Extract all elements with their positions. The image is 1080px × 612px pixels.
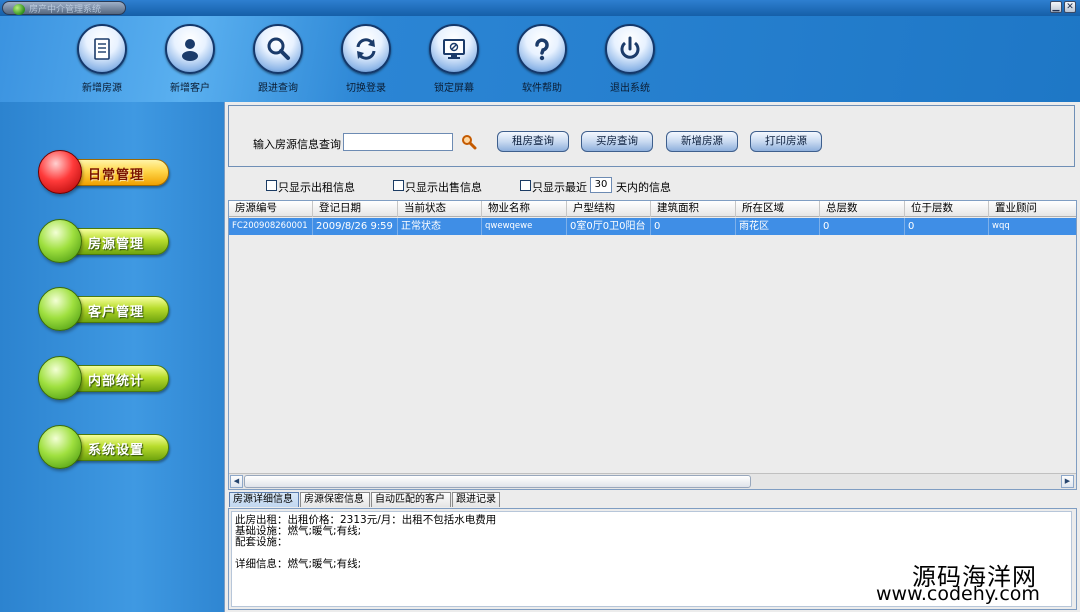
toolbar-label: 新增客户 bbox=[170, 83, 210, 94]
column-header[interactable]: 房源编号 bbox=[229, 201, 313, 217]
nav-label: 客户管理 bbox=[88, 305, 145, 320]
magnifier-icon[interactable] bbox=[461, 134, 477, 150]
horizontal-scrollbar[interactable]: ◀ ▶ bbox=[229, 473, 1076, 489]
monitor-lock-icon bbox=[429, 24, 479, 74]
toolbar-help-button[interactable]: 软件帮助 bbox=[502, 24, 582, 96]
tab-listing-details[interactable]: 房源详细信息 bbox=[229, 492, 299, 507]
left-navigation: 日常管理 房源管理 客户管理 内部统计 系统设置 bbox=[0, 102, 224, 612]
sale-only-label: 只显示出售信息 bbox=[405, 181, 482, 194]
app-logo-icon bbox=[13, 4, 25, 15]
column-header[interactable]: 当前状态 bbox=[398, 201, 482, 217]
column-header[interactable]: 置业顾问 bbox=[989, 201, 1076, 217]
nav-daily-management[interactable]: 日常管理 bbox=[38, 150, 170, 196]
column-header[interactable]: 物业名称 bbox=[482, 201, 567, 217]
rent-only-checkbox[interactable] bbox=[266, 180, 277, 191]
table-cell: 2009/8/26 9:59 bbox=[313, 218, 398, 235]
toolbar-label: 软件帮助 bbox=[522, 83, 562, 94]
toolbar-label: 退出系统 bbox=[610, 83, 650, 94]
watermark-url: www.codehy.com bbox=[876, 583, 1040, 605]
nav-label: 内部统计 bbox=[88, 374, 145, 389]
nav-customer-management[interactable]: 客户管理 bbox=[38, 287, 170, 333]
nav-ball-icon bbox=[38, 287, 82, 331]
toolbar-lock-screen-button[interactable]: 锁定屏幕 bbox=[414, 24, 494, 96]
rent-only-label: 只显示出租信息 bbox=[278, 181, 355, 194]
listing-table: 房源编号 登记日期 当前状态 物业名称 户型结构 建筑面积 所在区域 总层数 位… bbox=[228, 200, 1077, 490]
toolbar-label: 跟进查询 bbox=[258, 83, 298, 94]
toolbar-label: 切换登录 bbox=[346, 83, 386, 94]
table-cell: 0 bbox=[905, 218, 989, 235]
toolbar-label: 锁定屏幕 bbox=[434, 83, 474, 94]
scroll-left-arrow-icon[interactable]: ◀ bbox=[230, 475, 243, 488]
document-icon bbox=[77, 24, 127, 74]
table-row[interactable]: FC200908260001 2009/8/26 9:59 正常状态 qwewq… bbox=[229, 218, 1076, 235]
buy-search-button[interactable]: 买房查询 bbox=[581, 131, 653, 152]
refresh-icon bbox=[341, 24, 391, 74]
recent-only-label: 只显示最近 bbox=[532, 181, 587, 194]
days-suffix-label: 天内的信息 bbox=[616, 181, 671, 194]
nav-ball-icon bbox=[38, 150, 82, 194]
table-cell: 正常状态 bbox=[398, 218, 482, 235]
search-label: 输入房源信息查询 bbox=[253, 138, 341, 151]
title-bar: 房产中介管理系统 ▁ ✕ bbox=[0, 0, 1080, 16]
person-icon bbox=[165, 24, 215, 74]
nav-label: 系统设置 bbox=[88, 443, 145, 458]
toolbar-add-listing-button[interactable]: 新增房源 bbox=[62, 24, 142, 96]
table-header: 房源编号 登记日期 当前状态 物业名称 户型结构 建筑面积 所在区域 总层数 位… bbox=[229, 201, 1076, 217]
days-input[interactable]: 30 bbox=[590, 177, 612, 193]
column-header[interactable]: 建筑面积 bbox=[651, 201, 736, 217]
main-content: 输入房源信息查询 租房查询 买房查询 新增房源 打印房源 只显示出租信息 只显示… bbox=[224, 102, 1080, 612]
column-header[interactable]: 位于层数 bbox=[905, 201, 989, 217]
nav-label: 日常管理 bbox=[88, 168, 145, 183]
toolbar-switch-login-button[interactable]: 切换登录 bbox=[326, 24, 406, 96]
help-icon bbox=[517, 24, 567, 74]
table-cell: wqq bbox=[992, 221, 1010, 231]
nav-listing-management[interactable]: 房源管理 bbox=[38, 219, 170, 265]
search-input[interactable] bbox=[343, 133, 453, 151]
filter-bar: 只显示出租信息 只显示出售信息 只显示最近 30 天内的信息 bbox=[225, 176, 1080, 196]
column-header[interactable]: 所在区域 bbox=[736, 201, 820, 217]
table-cell: 0 bbox=[820, 218, 905, 235]
toolbar-followup-search-button[interactable]: 跟进查询 bbox=[238, 24, 318, 96]
search-icon bbox=[253, 24, 303, 74]
nav-system-settings[interactable]: 系统设置 bbox=[38, 425, 170, 471]
add-listing-button[interactable]: 新增房源 bbox=[666, 131, 738, 152]
main-toolbar: 新增房源 新增客户 跟进查询 切换登录 锁定屏幕 软件帮助 退出系统 bbox=[0, 16, 1080, 102]
sale-only-checkbox[interactable] bbox=[393, 180, 404, 191]
detail-line: 配套设施： bbox=[235, 536, 288, 548]
column-header[interactable]: 户型结构 bbox=[567, 201, 651, 217]
recent-only-checkbox[interactable] bbox=[520, 180, 531, 191]
title-pill: 房产中介管理系统 bbox=[2, 1, 126, 15]
nav-ball-icon bbox=[38, 425, 82, 469]
detail-line: 基础设施：燃气;暖气;有线; bbox=[235, 525, 362, 537]
table-cell: 雨花区 bbox=[736, 218, 820, 235]
table-cell: qwewqewe bbox=[482, 218, 567, 235]
nav-ball-icon bbox=[38, 219, 82, 263]
rent-search-button[interactable]: 租房查询 bbox=[497, 131, 569, 152]
toolbar-add-customer-button[interactable]: 新增客户 bbox=[150, 24, 230, 96]
tab-matched-customers[interactable]: 自动匹配的客户 bbox=[371, 492, 451, 507]
table-cell: FC200908260001 bbox=[229, 218, 313, 235]
column-header[interactable]: 总层数 bbox=[820, 201, 905, 217]
nav-internal-statistics[interactable]: 内部统计 bbox=[38, 356, 170, 402]
window-title: 房产中介管理系统 bbox=[29, 5, 102, 15]
toolbar-exit-button[interactable]: 退出系统 bbox=[590, 24, 670, 96]
toolbar-label: 新增房源 bbox=[82, 83, 122, 94]
close-window-button[interactable]: ✕ bbox=[1064, 1, 1076, 13]
power-icon bbox=[605, 24, 655, 74]
minimize-button[interactable]: ▁ bbox=[1050, 1, 1062, 13]
tab-confidential-info[interactable]: 房源保密信息 bbox=[300, 492, 370, 507]
print-listing-button[interactable]: 打印房源 bbox=[750, 131, 822, 152]
nav-label: 房源管理 bbox=[88, 237, 145, 252]
scroll-right-arrow-icon[interactable]: ▶ bbox=[1061, 475, 1074, 488]
tab-followup-records[interactable]: 跟进记录 bbox=[452, 492, 500, 507]
search-panel: 输入房源信息查询 租房查询 买房查询 新增房源 打印房源 bbox=[228, 105, 1075, 167]
table-cell: 0 bbox=[651, 218, 736, 235]
table-cell: 0室0厅0卫0阳台 bbox=[567, 218, 651, 235]
nav-ball-icon bbox=[38, 356, 82, 400]
scroll-thumb[interactable] bbox=[244, 475, 751, 488]
column-header[interactable]: 登记日期 bbox=[313, 201, 398, 217]
